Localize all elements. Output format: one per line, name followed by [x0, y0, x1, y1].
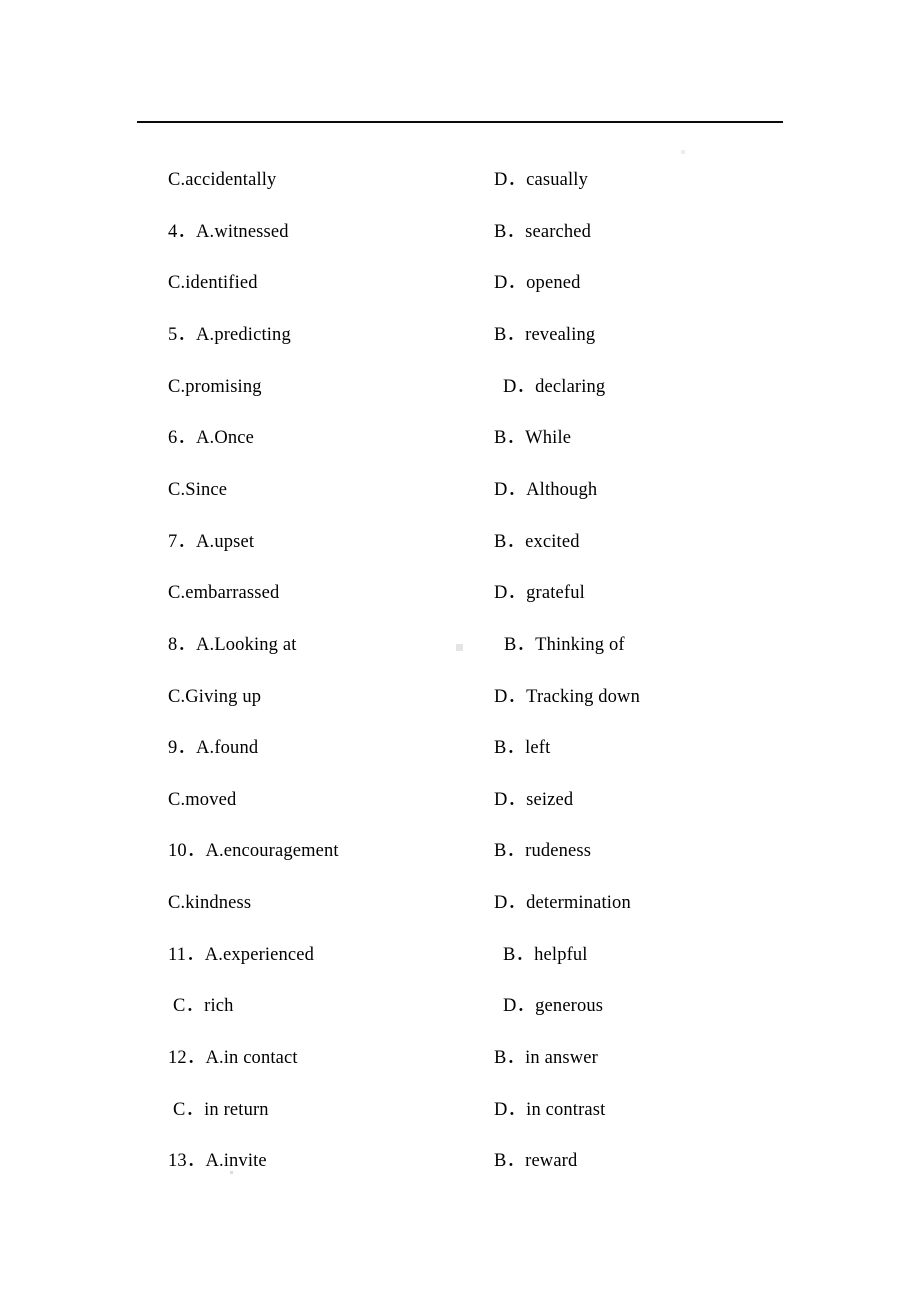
option-right: B．in answer	[494, 1048, 598, 1069]
option-left: 11．A.experienced	[168, 944, 315, 965]
option-right: D．declaring	[503, 376, 606, 397]
option-row: 5．A.predicting B．revealing	[0, 320, 920, 350]
option-row: C.kindness D．determination	[0, 888, 920, 918]
scan-artifact-bottom	[230, 1171, 233, 1174]
option-right: B．searched	[494, 221, 592, 242]
scan-artifact-top-right	[681, 150, 685, 154]
option-right: D．in contrast	[494, 1099, 606, 1120]
option-left: C.Giving up	[168, 686, 262, 707]
option-left: C.moved	[168, 789, 237, 810]
option-row: C.promising D．declaring	[0, 372, 920, 402]
option-right: D．determination	[494, 893, 631, 914]
option-right: D．grateful	[494, 583, 585, 604]
option-left: C．in return	[173, 1099, 269, 1120]
option-right: B．reward	[494, 1151, 578, 1172]
header-horizontal-rule	[137, 121, 783, 123]
option-right: D．casually	[494, 170, 588, 190]
option-row: 11．A.experienced B．helpful	[0, 940, 920, 970]
option-row: C.embarrassed D．grateful	[0, 578, 920, 608]
option-left: 6．A.Once	[168, 428, 254, 449]
option-right: B．revealing	[494, 324, 596, 345]
option-right: D．generous	[503, 996, 604, 1017]
option-right: D．seized	[494, 789, 574, 810]
option-row: C．rich D．generous	[0, 991, 920, 1021]
option-row: C.Since D．Although	[0, 475, 920, 505]
option-right: D．opened	[494, 273, 581, 294]
option-left: C．rich	[173, 996, 234, 1017]
option-right: D．Although	[494, 479, 598, 500]
option-left: 10．A.encouragement	[168, 841, 339, 862]
option-left: C.kindness	[168, 893, 252, 914]
option-left: 4．A.witnessed	[168, 221, 289, 242]
option-right: B．excited	[494, 531, 580, 552]
option-left: C.embarrassed	[168, 583, 280, 604]
option-left: 12．A.in contact	[168, 1048, 298, 1069]
option-row: 9．A.found B．left	[0, 733, 920, 763]
option-row: 4．A.witnessed B．searched	[0, 217, 920, 247]
option-row: C.Giving up D．Tracking down	[0, 682, 920, 712]
option-right: B．left	[494, 738, 551, 759]
option-left: C.identified	[168, 273, 258, 294]
option-row: 7．A.upset B．excited	[0, 527, 920, 557]
document-page: C.accidentally D．casually 4．A.witnessed B．s…	[0, 0, 920, 1302]
option-right: B．Thinking of	[504, 634, 625, 655]
option-row: C．in return D．in contrast	[0, 1095, 920, 1125]
option-row: C.accidentally D．casually	[0, 165, 920, 195]
option-right: B．helpful	[503, 944, 588, 965]
option-left: C.promising	[168, 376, 262, 397]
option-left: 9．A.found	[168, 738, 259, 759]
option-left: 13．A.invite	[168, 1151, 267, 1172]
option-row: 12．A.in contact B．in answer	[0, 1043, 920, 1073]
option-right: D．Tracking down	[494, 686, 640, 707]
option-row: 13．A.invite B．reward	[0, 1146, 920, 1176]
option-left: C.accidentally	[168, 170, 277, 190]
option-right: B．While	[494, 428, 572, 449]
option-left: 8．A.Looking at	[168, 634, 297, 655]
option-right: B．rudeness	[494, 841, 592, 862]
option-row: C.moved D．seized	[0, 785, 920, 815]
option-row: 10．A.encouragement B．rudeness	[0, 836, 920, 866]
option-row: C.identified D．opened	[0, 268, 920, 298]
option-left: 7．A.upset	[168, 531, 255, 552]
scan-artifact-middle	[456, 644, 463, 651]
option-left: C.Since	[168, 479, 228, 500]
option-left: 5．A.predicting	[168, 324, 291, 345]
option-row: 6．A.Once B．While	[0, 423, 920, 453]
